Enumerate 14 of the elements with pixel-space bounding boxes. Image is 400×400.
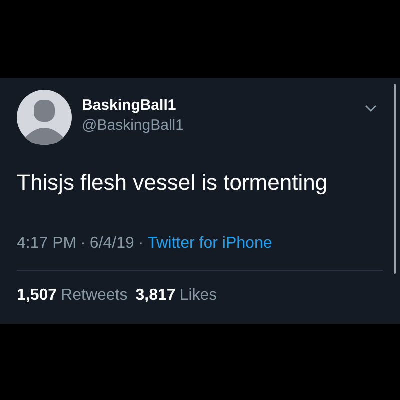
source-link[interactable]: Twitter for iPhone [148,232,272,256]
stat-label[interactable]: Retweets [61,284,128,308]
display-name: BaskingBall1 [82,96,178,116]
tweet-time: 4:17 PM [17,234,77,254]
chevron-down-icon[interactable] [365,105,377,113]
tweet-date: 6/4/19 [90,234,134,254]
tweet-text: Thisjs flesh vessel is tormenting [17,170,329,196]
stat-count: 1,507 [17,286,58,306]
user-handle: @BaskingBall1 [82,116,184,136]
stat-count: 3,817 [136,286,176,306]
stat-label[interactable]: Likes [180,284,218,308]
separator-dot: · [80,234,86,254]
separator-dot: · [138,234,144,254]
avatar-icon [17,90,72,145]
